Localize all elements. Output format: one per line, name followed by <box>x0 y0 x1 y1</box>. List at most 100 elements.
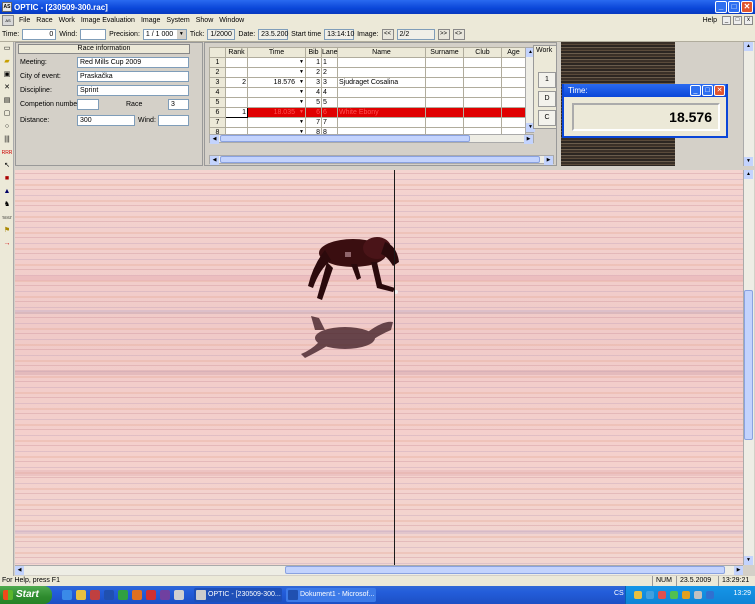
grid-horizontal-scrollbar[interactable]: ◀ ▶ <box>209 134 534 144</box>
bib-cell[interactable]: 2 <box>305 67 322 78</box>
menu-system[interactable]: System <box>163 17 192 24</box>
lane-cell[interactable]: 7 <box>321 117 338 128</box>
name-cell[interactable] <box>337 87 426 98</box>
race-wind-input[interactable] <box>158 115 189 126</box>
lane-cell[interactable]: 1 <box>321 57 338 68</box>
image-next-button[interactable]: >> <box>437 28 450 40</box>
start-button[interactable]: Start <box>0 586 52 604</box>
time-window-titlebar[interactable]: Time: _ □ ✕ <box>564 84 726 97</box>
quicklaunch-excel-icon[interactable] <box>118 590 128 600</box>
rank-cell[interactable]: 2 <box>225 77 248 88</box>
chevron-down-icon[interactable]: ▼ <box>299 59 304 65</box>
age-cell[interactable] <box>501 57 526 68</box>
name-cell[interactable]: Sjudraget Cosalina <box>337 77 426 88</box>
bib-cell[interactable]: 6 <box>305 107 322 118</box>
task-optic[interactable]: OPTIC - [230509-300... <box>194 588 282 602</box>
taskbar-clock[interactable]: 13:29 <box>733 590 751 597</box>
column-header-surname[interactable]: Surname <box>425 47 464 58</box>
scroll-up-icon[interactable]: ▲ <box>744 170 753 179</box>
time-cell[interactable]: ▼ <box>247 57 306 68</box>
column-header-time[interactable]: Time <box>247 47 306 58</box>
time-cell[interactable]: ▼ <box>247 67 306 78</box>
surname-cell[interactable] <box>425 117 464 128</box>
quicklaunch-folder-icon[interactable] <box>76 590 86 600</box>
club-cell[interactable] <box>463 117 502 128</box>
tray-icon-2[interactable] <box>646 591 654 599</box>
quicklaunch-acrobat-icon[interactable] <box>146 590 156 600</box>
top-vertical-scrollbar[interactable]: ▲ ▼ <box>743 42 754 166</box>
bib-cell[interactable]: 3 <box>305 77 322 88</box>
table-row-selected[interactable]: 6 1 18.035 ▼ 6 6 White Ebony <box>209 107 526 118</box>
bib-cell[interactable]: 1 <box>305 57 322 68</box>
city-input[interactable]: Praskačka <box>77 71 189 82</box>
quicklaunch-word-icon[interactable] <box>104 590 114 600</box>
chevron-down-icon[interactable]: ▼ <box>299 99 304 105</box>
image-prev-button[interactable]: << <box>381 28 394 40</box>
rank-cell[interactable] <box>225 97 248 108</box>
delete-icon[interactable]: ✕ <box>1 82 13 94</box>
rank-cell[interactable]: 1 <box>225 107 248 118</box>
surname-cell[interactable] <box>425 87 464 98</box>
table-row[interactable]: 1 ▼ 1 1 <box>209 57 526 68</box>
runner-icon[interactable]: ⚑ <box>1 225 13 237</box>
table-row[interactable]: 2 ▼ 2 2 <box>209 67 526 78</box>
close-icon[interactable]: ✕ <box>714 85 725 96</box>
table-row[interactable]: 5 ▼ 5 5 <box>209 97 526 108</box>
lane-cell[interactable]: 5 <box>321 97 338 108</box>
photo-vscroll-thumb[interactable] <box>744 290 753 440</box>
rank-cell[interactable] <box>225 87 248 98</box>
time-cell[interactable]: ▼ <box>247 117 306 128</box>
table-row[interactable]: 7 ▼ 7 7 <box>209 117 526 128</box>
open-folder-icon[interactable]: ▰ <box>1 56 13 68</box>
age-cell[interactable] <box>501 77 526 88</box>
title-bar[interactable]: AS OPTIC - [230509-300.rac] _ □ ✕ <box>0 0 755 14</box>
column-header-bib[interactable]: Bib <box>305 47 322 58</box>
test-icon[interactable]: TEST <box>1 212 13 224</box>
tray-icon-4[interactable] <box>670 591 678 599</box>
scroll-up-icon[interactable]: ▲ <box>744 42 753 51</box>
work-button-c[interactable]: C <box>538 110 556 126</box>
tray-icon-7[interactable] <box>706 591 714 599</box>
work-button-1[interactable]: 1 <box>538 72 556 88</box>
time-cell[interactable]: 18.576 ▼ <box>247 77 306 88</box>
surname-cell[interactable] <box>425 107 464 118</box>
club-cell[interactable] <box>463 87 502 98</box>
column-header-name[interactable]: Name <box>337 47 426 58</box>
window-icon[interactable]: ▢ <box>1 108 13 120</box>
photo-vertical-scrollbar[interactable]: ▲ ▼ <box>743 170 754 565</box>
table-row[interactable]: 4 ▼ 4 4 <box>209 87 526 98</box>
rank-cell[interactable] <box>225 67 248 78</box>
time-cell[interactable]: 18.035 ▼ <box>247 107 306 118</box>
rank-cell[interactable] <box>225 57 248 68</box>
grid-scroll-thumb[interactable] <box>220 135 470 142</box>
scroll-left-icon[interactable]: ◀ <box>15 566 24 575</box>
doc-minimize-button[interactable]: _ <box>722 16 731 25</box>
image-extra-button[interactable]: <> <box>452 28 465 40</box>
column-header-lane[interactable]: Lane <box>321 47 338 58</box>
minimize-button[interactable]: _ <box>715 1 727 13</box>
menu-show[interactable]: Show <box>193 17 217 24</box>
print-icon[interactable]: ▤ <box>1 95 13 107</box>
name-cell[interactable] <box>337 97 426 108</box>
table-row[interactable]: 3 2 18.576 ▼ 3 3 Sjudraget Cosalina <box>209 77 526 88</box>
tray-icon-5[interactable] <box>682 591 690 599</box>
doc-close-button[interactable]: x <box>744 16 753 25</box>
photo-hscroll-thumb[interactable] <box>285 566 725 574</box>
age-cell[interactable] <box>501 117 526 128</box>
document-icon[interactable]: AS <box>2 15 14 26</box>
scroll-right-icon[interactable]: ▶ <box>734 566 743 575</box>
club-cell[interactable] <box>463 77 502 88</box>
lane-cell[interactable]: 2 <box>321 67 338 78</box>
competition-number-input[interactable] <box>77 99 99 110</box>
scroll-down-icon[interactable]: ▼ <box>744 556 753 565</box>
club-cell[interactable] <box>463 57 502 68</box>
scroll-down-icon[interactable]: ▼ <box>744 157 753 166</box>
photo-finish-image[interactable] <box>15 170 743 565</box>
age-cell[interactable] <box>501 107 526 118</box>
race-input[interactable]: 3 <box>168 99 189 110</box>
tray-icon-3[interactable] <box>658 591 666 599</box>
panel-scroll-thumb[interactable] <box>220 156 540 163</box>
quicklaunch-app-icon[interactable] <box>160 590 170 600</box>
meeting-input[interactable]: Red Mills Cup 2009 <box>77 57 189 68</box>
scroll-left-icon[interactable]: ◀ <box>210 156 219 165</box>
